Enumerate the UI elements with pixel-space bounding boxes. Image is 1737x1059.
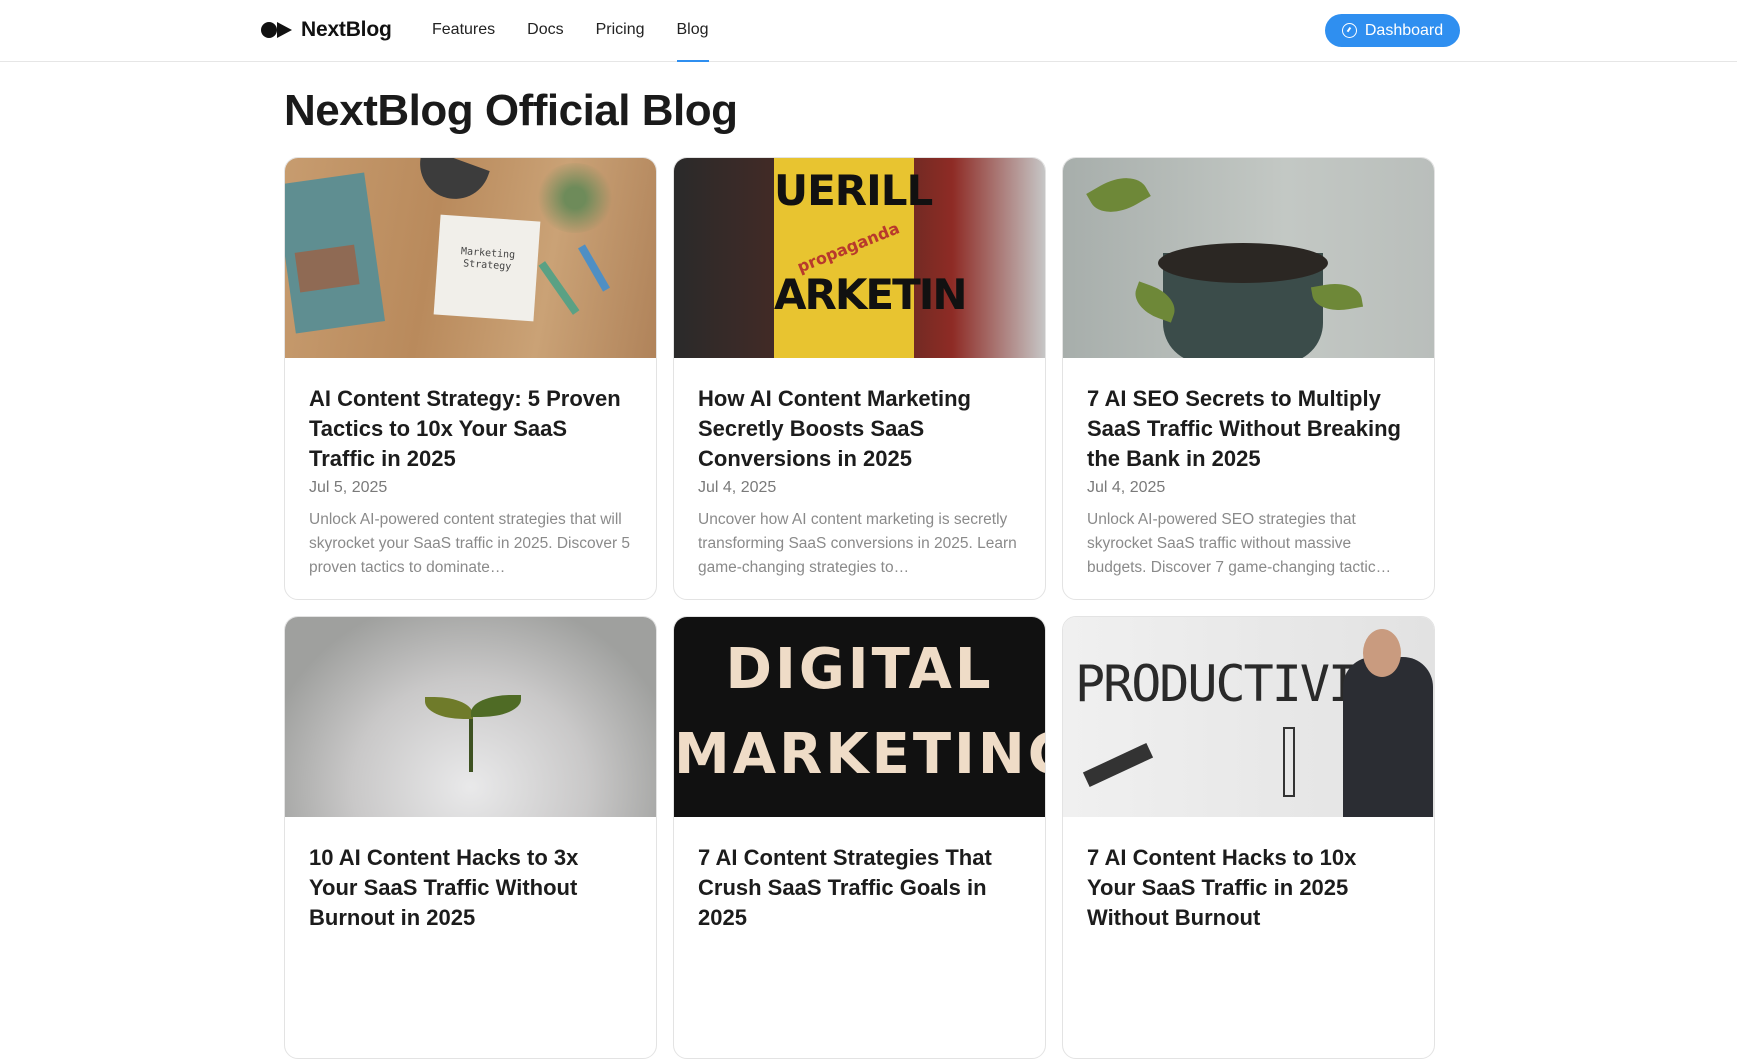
post-excerpt: Unlock AI-powered content strategies tha…	[309, 511, 631, 576]
blog-post-card[interactable]: 10 AI Content Hacks to 3x Your SaaS Traf…	[284, 616, 657, 1059]
post-thumbnail-productivity: PRODUCTIVITY	[1063, 617, 1434, 817]
nav-item-pricing[interactable]: Pricing	[596, 0, 645, 62]
brand-name: NextBlog	[301, 18, 392, 41]
thumbnail-text: UERILL	[774, 166, 933, 215]
gauge-icon	[1341, 23, 1357, 38]
thumbnail-text: ARKETIN	[774, 270, 968, 319]
thumbnail-text: MARKETING	[674, 722, 1045, 787]
blog-post-card[interactable]: PRODUCTIVITY 7 AI Content Hacks to 10x Y…	[1062, 616, 1435, 1059]
post-title[interactable]: 7 AI Content Strategies That Crush SaaS …	[698, 843, 1021, 933]
post-date: Jul 5, 2025	[309, 479, 388, 496]
blog-post-grid: Marketing Strategy AI Content Strategy: …	[284, 157, 1436, 1059]
nav-item-docs[interactable]: Docs	[527, 0, 563, 62]
blog-post-card[interactable]: Marketing Strategy AI Content Strategy: …	[284, 157, 657, 600]
post-date: Jul 4, 2025	[1087, 479, 1166, 496]
blog-post-card[interactable]: 7 AI SEO Secrets to Multiply SaaS Traffi…	[1062, 157, 1435, 600]
dashboard-button[interactable]: Dashboard	[1325, 14, 1460, 47]
post-excerpt	[1087, 943, 1410, 1015]
post-title[interactable]: How AI Content Marketing Secretly Boosts…	[698, 384, 1021, 474]
nav-item-features[interactable]: Features	[432, 0, 495, 62]
post-title[interactable]: AI Content Strategy: 5 Proven Tactics to…	[309, 384, 632, 474]
post-date: Jul 4, 2025	[698, 479, 777, 496]
post-excerpt	[698, 943, 1021, 1015]
post-thumbnail-digital-marketing: DIGITAL MARKETING	[674, 617, 1045, 817]
nextblog-logo-icon	[261, 21, 293, 39]
main-nav: Features Docs Pricing Blog	[432, 0, 709, 62]
nav-item-blog[interactable]: Blog	[676, 0, 709, 62]
post-title[interactable]: 7 AI SEO Secrets to Multiply SaaS Traffi…	[1087, 384, 1410, 474]
post-excerpt	[309, 943, 632, 1015]
dashboard-button-label: Dashboard	[1364, 21, 1444, 39]
post-excerpt: Uncover how AI content marketing is secr…	[698, 511, 1017, 576]
post-excerpt: Unlock AI-powered SEO strategies that sk…	[1087, 511, 1392, 576]
blog-post-card[interactable]: DIGITAL MARKETING 7 AI Content Strategie…	[673, 616, 1046, 1059]
post-thumbnail-guerilla-marketing: UERILL propaganda ARKETIN	[674, 158, 1045, 358]
post-thumbnail-seedling	[285, 617, 656, 817]
post-title[interactable]: 7 AI Content Hacks to 10x Your SaaS Traf…	[1087, 843, 1410, 933]
thumbnail-text: DIGITAL	[725, 637, 994, 702]
brand-logo-link[interactable]: NextBlog	[261, 17, 392, 43]
top-navigation-bar: NextBlog Features Docs Pricing Blog Dash…	[0, 0, 1737, 62]
post-thumbnail-marketing-strategy: Marketing Strategy	[285, 158, 656, 358]
post-title[interactable]: 10 AI Content Hacks to 3x Your SaaS Traf…	[309, 843, 632, 933]
page-title: NextBlog Official Blog	[284, 86, 738, 135]
post-thumbnail-potted-plant	[1063, 158, 1434, 358]
blog-post-card[interactable]: UERILL propaganda ARKETIN How AI Content…	[673, 157, 1046, 600]
